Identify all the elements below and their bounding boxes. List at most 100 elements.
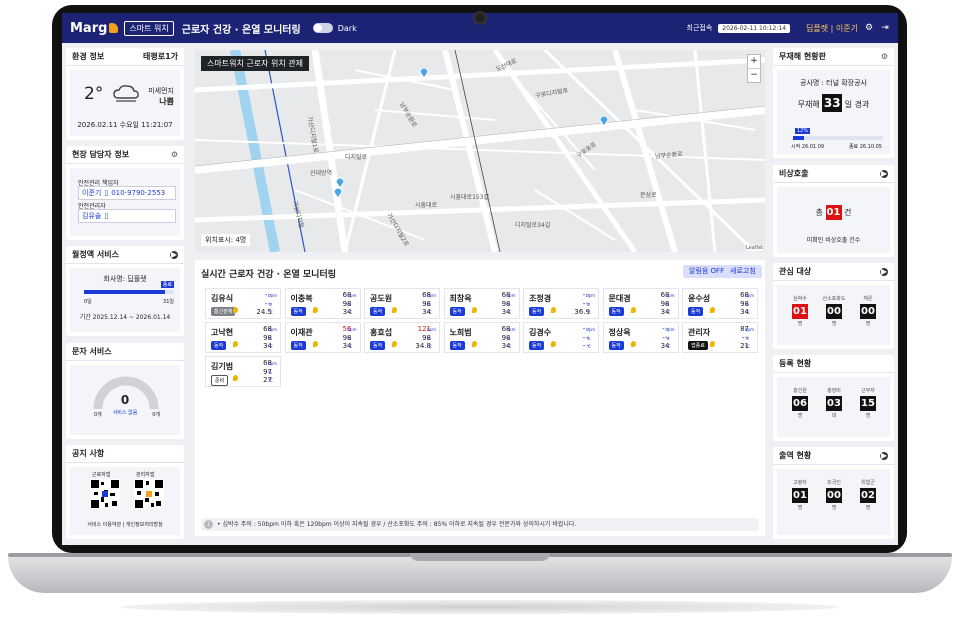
info-icon: i bbox=[204, 520, 213, 529]
worker-pin-icon[interactable] bbox=[419, 66, 429, 79]
unit-temp: °C bbox=[427, 310, 432, 315]
unit-pct: % bbox=[268, 336, 272, 341]
worker-status-badge: 동작 bbox=[449, 341, 465, 350]
worker-name: 김유식 bbox=[211, 294, 234, 303]
watch-header: 관심 대상 ▶ bbox=[773, 263, 894, 281]
watch-arrow-icon[interactable]: ▶ bbox=[880, 267, 888, 276]
logo-text: Marg bbox=[70, 20, 108, 36]
worker-card[interactable]: 조정경 동작 - - bpm - -% 36.9 °C bbox=[523, 288, 599, 319]
emergency-arrow-icon[interactable]: ▶ bbox=[880, 169, 888, 178]
stat-watch: 심박수 01 명 bbox=[787, 295, 813, 327]
user-link[interactable]: 딥플렛 | 이준기 bbox=[806, 23, 858, 34]
map-view[interactable]: 도산대로 구로디지털로 남부순환로 가산디지털1로 디지털로 시흥대로 구로동로 신대방역 가산… bbox=[195, 50, 765, 252]
worker-card[interactable]: 정상옥 동작 - - bpm - -% 34 °C bbox=[602, 322, 679, 353]
monthly-body: 회사명: 딥플렛 종료 0일 31일 기간 2025.12.14 ~ 2026.… bbox=[70, 268, 180, 332]
monthly-title: 월정액 서비스 bbox=[72, 250, 119, 259]
note-text: • 심박수 주의 : 50bpm 이하 혹은 120bpm 이상이 지속될 경우… bbox=[217, 521, 577, 528]
worker-card[interactable]: 문대경 동작 68 bpm 98% 34 °C bbox=[602, 288, 679, 319]
dark-mode-toggle[interactable] bbox=[312, 23, 333, 33]
stat-unit: 명 bbox=[831, 505, 837, 511]
location-pin-icon[interactable] bbox=[233, 307, 238, 313]
worker-card[interactable]: 김경수 동작 - - bpm - -% - - °C bbox=[523, 322, 599, 353]
stat-value: 15 bbox=[860, 396, 876, 411]
qr-code-admin-icon[interactable] bbox=[134, 479, 164, 509]
location-pin-icon[interactable] bbox=[551, 307, 556, 313]
worker-card[interactable]: 최창옥 동작 68 bpm 98% 34 °C bbox=[443, 288, 520, 319]
unit-pct: % bbox=[506, 302, 511, 307]
map-attribution[interactable]: Leaflet bbox=[745, 245, 763, 251]
worker-card[interactable]: 노희범 동작 68 bpm 98% 34 °C bbox=[443, 322, 520, 353]
worker-card[interactable]: 홍효섭 동작 121 bpm 98% 34.8 °C bbox=[364, 322, 440, 353]
manager-title: 현장 담당자 정보 bbox=[72, 150, 130, 159]
register-title: 등록 현황 bbox=[779, 359, 812, 368]
accident-suffix: 일 경과 bbox=[844, 100, 870, 109]
user-name: 딥플렛 bbox=[806, 23, 829, 33]
location-pin-icon[interactable] bbox=[471, 341, 477, 347]
logo[interactable]: Marg bbox=[70, 20, 119, 36]
worker-card[interactable]: 관리자 앱종료 87 bpm - -% 21 °C bbox=[682, 322, 758, 353]
stat-unit: 명 bbox=[797, 505, 803, 511]
watch-body: 심박수 01 명 산소포화도 00 명 체온 00 명 bbox=[777, 285, 890, 345]
dust-label: 미세먼지 bbox=[148, 87, 174, 95]
last-access-label: 최근접속 bbox=[686, 24, 713, 32]
location-pin-icon[interactable] bbox=[710, 307, 715, 313]
unit-bpm: bpm bbox=[427, 293, 436, 298]
refresh-button[interactable]: 새로고침 bbox=[724, 265, 762, 278]
emergency-header: 비상호출 ▶ bbox=[773, 165, 894, 183]
worker-card[interactable]: 윤수성 동작 68 bpm 98% 34 °C bbox=[682, 288, 758, 319]
notice-links[interactable]: 서비스 이용약관 | 개인정보처리방침 bbox=[70, 521, 180, 528]
sms-min: 0개 bbox=[94, 412, 102, 418]
laptop-frame: Marg 스마트 워치 근로자 건강 · 온열 모니터링 Dark 최근접속 2… bbox=[0, 0, 960, 636]
zoom-out-button[interactable]: − bbox=[748, 69, 760, 82]
unit-temp: °C bbox=[506, 310, 512, 315]
worker-pin-icon[interactable] bbox=[599, 114, 609, 127]
location-pin-icon[interactable] bbox=[233, 341, 238, 347]
emergency-count: 01 bbox=[825, 205, 842, 220]
zoom-in-button[interactable]: + bbox=[748, 55, 760, 69]
worker-status-badge: 동작 bbox=[290, 341, 306, 350]
location-pin-icon[interactable] bbox=[233, 375, 238, 381]
location-pin-icon[interactable] bbox=[392, 341, 397, 347]
stat-attendance: 위험군 02 명 bbox=[855, 479, 881, 511]
monthly-arrow-icon[interactable]: ▶ bbox=[170, 250, 178, 259]
location-pin-icon[interactable] bbox=[551, 341, 556, 347]
manager-settings-icon[interactable]: ⚙ bbox=[171, 150, 178, 159]
worker-name: 고낙현 bbox=[211, 328, 234, 337]
accident-end: 종료 26.10.05 bbox=[848, 144, 882, 150]
unit-bpm: bpm bbox=[665, 293, 675, 298]
worker-card[interactable]: 이재관 동작 56 bpm 98% 34 °C bbox=[284, 322, 361, 353]
worker-card[interactable]: 김유식 통신장애 - - bpm - -% 24.5 °C bbox=[205, 288, 281, 319]
worker-pin-icon[interactable] bbox=[333, 186, 343, 199]
location-pin-icon[interactable] bbox=[630, 307, 636, 313]
sms-header: 문자 서비스 bbox=[66, 343, 184, 361]
header-right: 최근접속 2026-02-11 10:12:14 딥플렛 | 이준기 ⚙ ⇥ bbox=[687, 23, 890, 34]
location-pin-icon[interactable] bbox=[630, 341, 636, 347]
location-pin-icon[interactable] bbox=[312, 341, 318, 347]
emergency-title: 비상호출 bbox=[779, 169, 809, 178]
worker-card[interactable]: 이충복 동작 68 bpm 98% 34 °C bbox=[284, 288, 361, 319]
worker-card[interactable]: 김기범 준비 68 bpm 97% 27 °C bbox=[205, 356, 281, 387]
accident-body: 공사명 : 터널 확장공사 무재해 33 일 경과 12% 시작 26.01.0… bbox=[777, 70, 890, 154]
unit-temp: °C bbox=[586, 344, 591, 349]
monitor-note: i • 심박수 주의 : 50bpm 이하 혹은 120bpm 이상이 지속될 경… bbox=[201, 518, 759, 531]
logout-icon[interactable]: ⇥ bbox=[880, 23, 890, 33]
worker-card[interactable]: 고낙현 동작 68 bpm 98% 34 °C bbox=[205, 322, 281, 353]
location-pin-icon[interactable] bbox=[710, 341, 715, 347]
attendance-card: 출역 현황 ▶ 고령자 01 명 외국인 00 명 위험군 02 명 bbox=[773, 447, 894, 539]
stat-value: 02 bbox=[860, 488, 876, 503]
location-pin-icon[interactable] bbox=[392, 307, 397, 313]
sms-title: 문자 서비스 bbox=[72, 347, 112, 356]
attendance-arrow-icon[interactable]: ▶ bbox=[880, 451, 888, 460]
location-pin-icon[interactable] bbox=[312, 307, 318, 313]
qr-code-worker-icon[interactable] bbox=[90, 479, 120, 509]
settings-gear-icon[interactable]: ⚙ bbox=[864, 23, 874, 33]
stat-value: 00 bbox=[826, 488, 842, 503]
location-pin-icon[interactable] bbox=[471, 307, 477, 313]
worker-card[interactable]: 공도원 동작 68 bpm 98% 34 °C bbox=[364, 288, 440, 319]
manager-phone2[interactable]: 김유술 ▯ bbox=[78, 209, 176, 223]
register-card: 등록 현황 총인원 06 명 총장비 03 대 근무자 15 명 bbox=[773, 355, 894, 441]
accident-settings-icon[interactable]: ⚙ bbox=[881, 52, 888, 61]
manager-phone1[interactable]: 이준기 ▯ 010-9790-2553 bbox=[78, 186, 176, 200]
register-body: 총인원 06 명 총장비 03 대 근무자 15 명 bbox=[777, 377, 890, 437]
unit-pct: % bbox=[347, 336, 352, 341]
